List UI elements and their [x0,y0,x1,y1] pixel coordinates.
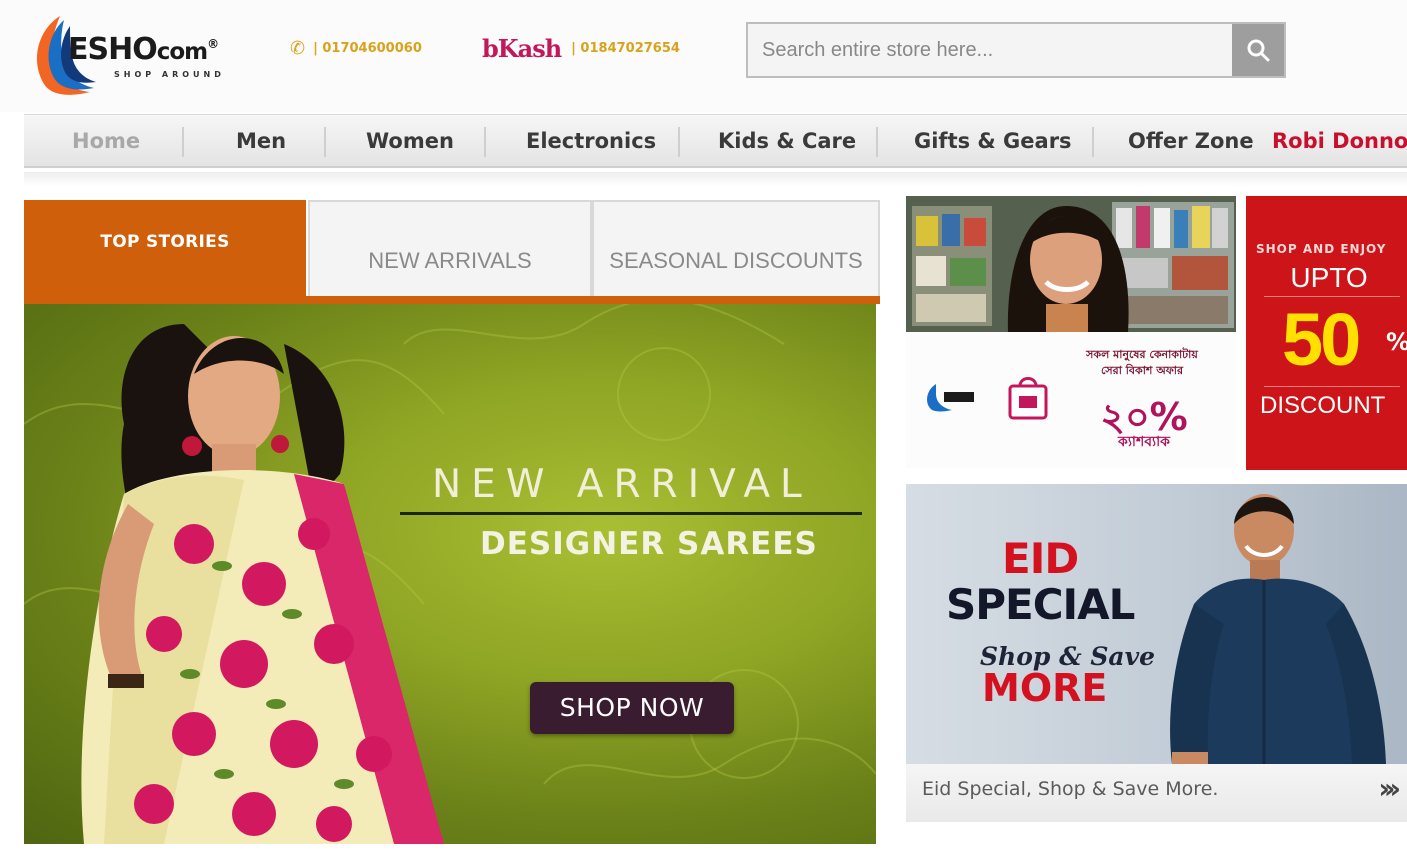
bkash-number: | 01847027654 [571,41,680,56]
tab-new-arrivals[interactable]: NEW ARRIVALS [308,200,592,300]
bn-offer-line-2: সেরা বিকাশ অফার [1100,364,1184,377]
discount-line-3: DISCOUNT [1260,392,1386,419]
tab-label: SEASONAL DISCOUNTS [609,248,863,273]
promo-woman-banner[interactable] [906,196,1236,332]
tab-top-stories[interactable]: TOP STORIES [24,200,306,300]
nav-divider [876,127,878,157]
search-box [746,22,1286,78]
tab-underline [24,296,880,304]
discount-line-2: UPTO [1290,262,1368,293]
nav-item-gifts-gears[interactable]: Gifts & Gears [914,115,1072,167]
hotline-number: | 01704600060 [313,41,422,56]
story-tabs: TOP STORIES NEW ARRIVALS SEASONAL DISCOU… [24,200,880,300]
nav-item-women[interactable]: Women [366,115,454,167]
promo-eid-banner[interactable]: EID SPECIAL Shop & Save MORE [906,484,1407,764]
eid-subtitle: SPECIAL [946,580,1135,629]
hero-divider [400,512,862,515]
site-logo[interactable]: ESHOcom® SHOP AROUND [30,12,250,102]
nav-item-home[interactable]: Home [72,115,140,167]
nav-divider [324,127,326,157]
hero-subtitle: DESIGNER SAREES [480,526,818,562]
nav-shadow [24,172,1407,186]
eid-man-image [1170,494,1386,764]
search-icon [1247,39,1270,62]
discount-percent-sign: % [1386,328,1407,356]
next-arrow-icon[interactable]: ››› [1378,772,1400,805]
bkash-contact[interactable]: bKash | 01847027654 [482,34,680,63]
eid-caption-text: Eid Special, Shop & Save More. [922,778,1219,800]
nav-item-robi-donno[interactable]: Robi Donno [1272,115,1407,167]
site-header: ESHOcom® SHOP AROUND ✆ | 01704600060 bKa… [0,0,1407,112]
logo-tagline: SHOP AROUND [114,70,225,79]
eid-more: MORE [982,666,1108,710]
bkash-logo: bKash [482,34,562,63]
promo-discount-banner[interactable]: SHOP AND ENJOY UPTO 50 % DISCOUNT [1246,196,1407,470]
discount-rule [1264,386,1400,387]
eid-title: EID [1002,534,1079,583]
esho-mini-logo-icon [927,384,974,412]
nav-divider [484,127,486,157]
logo-brand-text: ESHOcom® [68,32,219,67]
hero-banner[interactable]: NEW ARRIVAL DESIGNER SAREES SHOP NOW [24,304,876,844]
saree-model-image [81,324,444,844]
tab-seasonal-discounts[interactable]: SEASONAL DISCOUNTS [592,200,880,300]
nav-item-offer-zone[interactable]: Offer Zone [1128,115,1254,167]
main-nav: Home Men Women Electronics Kids & Care G… [24,114,1407,168]
shop-now-button[interactable]: SHOP NOW [530,682,734,734]
nav-item-men[interactable]: Men [236,115,286,167]
discount-amount: 50 [1282,298,1361,381]
promo-woman-image [906,196,1236,332]
phone-icon: ✆ [290,38,306,59]
nav-item-kids-care[interactable]: Kids & Care [718,115,856,167]
shopping-bag-icon [1008,377,1048,420]
hotline[interactable]: ✆ | 01704600060 [290,38,422,59]
nav-divider [1092,127,1094,157]
eid-caption-bar[interactable]: Eid Special, Shop & Save More. ››› [906,764,1407,822]
search-input[interactable] [748,24,1232,76]
nav-divider [182,127,184,157]
discount-line-1: SHOP AND ENJOY [1256,242,1387,256]
tab-label: TOP STORIES [100,232,230,252]
promo-bkash-cashback[interactable]: সকল মানুষের কেনাকাটায় সেরা বিকাশ অফার ২… [906,332,1236,468]
nav-item-electronics[interactable]: Electronics [526,115,656,167]
hero-title: NEW ARRIVAL [432,462,812,507]
bn-offer-label: ক্যাশব্যাক [1118,434,1170,450]
nav-divider [678,127,680,157]
tab-label: NEW ARRIVALS [368,248,532,273]
search-button[interactable] [1232,24,1284,76]
